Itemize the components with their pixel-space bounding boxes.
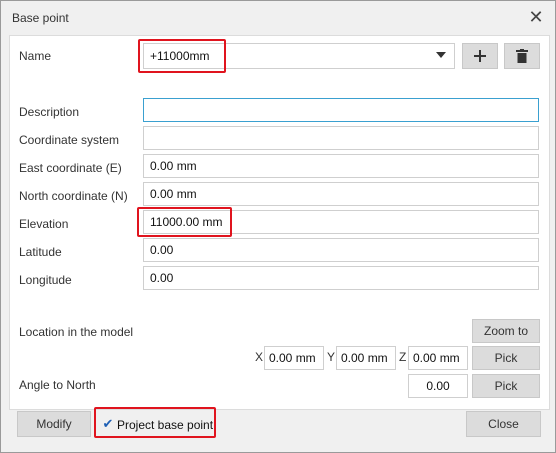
location-label: Location in the model [19, 325, 134, 339]
name-value: +11000mm [150, 49, 210, 63]
modify-button[interactable]: Modify [17, 411, 91, 437]
north-coordinate-input[interactable]: 0.00 mm [143, 182, 539, 206]
project-base-point-checkbox[interactable]: ✔ [101, 417, 115, 431]
title-bar: Base point ✕ [1, 1, 555, 35]
close-button[interactable]: Close [466, 411, 541, 437]
zoom-to-button[interactable]: Zoom to [472, 319, 540, 343]
longitude-input[interactable]: 0.00 [143, 266, 539, 290]
dialog-title: Base point [12, 11, 69, 25]
delete-button[interactable] [504, 43, 540, 69]
description-input[interactable] [143, 98, 539, 122]
x-axis-label: X [255, 350, 264, 364]
pick-angle-button[interactable]: Pick [472, 374, 540, 398]
elevation-input[interactable]: 11000.00 mm [143, 210, 539, 234]
y-coordinate-input[interactable]: 0.00 mm [336, 346, 396, 370]
x-coordinate-input[interactable]: 0.00 mm [264, 346, 324, 370]
east-coordinate-input[interactable]: 0.00 mm [143, 154, 539, 178]
elevation-label: Elevation [19, 217, 69, 231]
z-axis-label: Z [399, 350, 407, 364]
z-coordinate-input[interactable]: 0.00 mm [408, 346, 468, 370]
plus-icon [474, 50, 486, 62]
chevron-down-icon [436, 52, 446, 58]
pick-location-button[interactable]: Pick [472, 346, 540, 370]
project-base-point-label: Project base point [117, 418, 214, 432]
coordinate-system-input[interactable] [143, 126, 539, 150]
latitude-label: Latitude [19, 245, 62, 259]
name-label: Name [19, 49, 52, 63]
coordinate-system-label: Coordinate system [19, 133, 120, 147]
north-coordinate-label: North coordinate (N) [19, 189, 128, 203]
base-point-dialog: Base point ✕ Name +11000mm Description C… [0, 0, 556, 453]
east-coordinate-label: East coordinate (E) [19, 161, 122, 175]
description-label: Description [19, 105, 80, 119]
trash-icon [516, 49, 528, 63]
latitude-input[interactable]: 0.00 [143, 238, 539, 262]
angle-input[interactable]: 0.00 [408, 374, 468, 398]
y-axis-label: Y [327, 350, 336, 364]
add-button[interactable] [462, 43, 498, 69]
name-dropdown[interactable]: +11000mm [143, 43, 455, 69]
longitude-label: Longitude [19, 273, 72, 287]
angle-to-north-label: Angle to North [19, 378, 96, 392]
close-icon[interactable]: ✕ [527, 8, 545, 26]
